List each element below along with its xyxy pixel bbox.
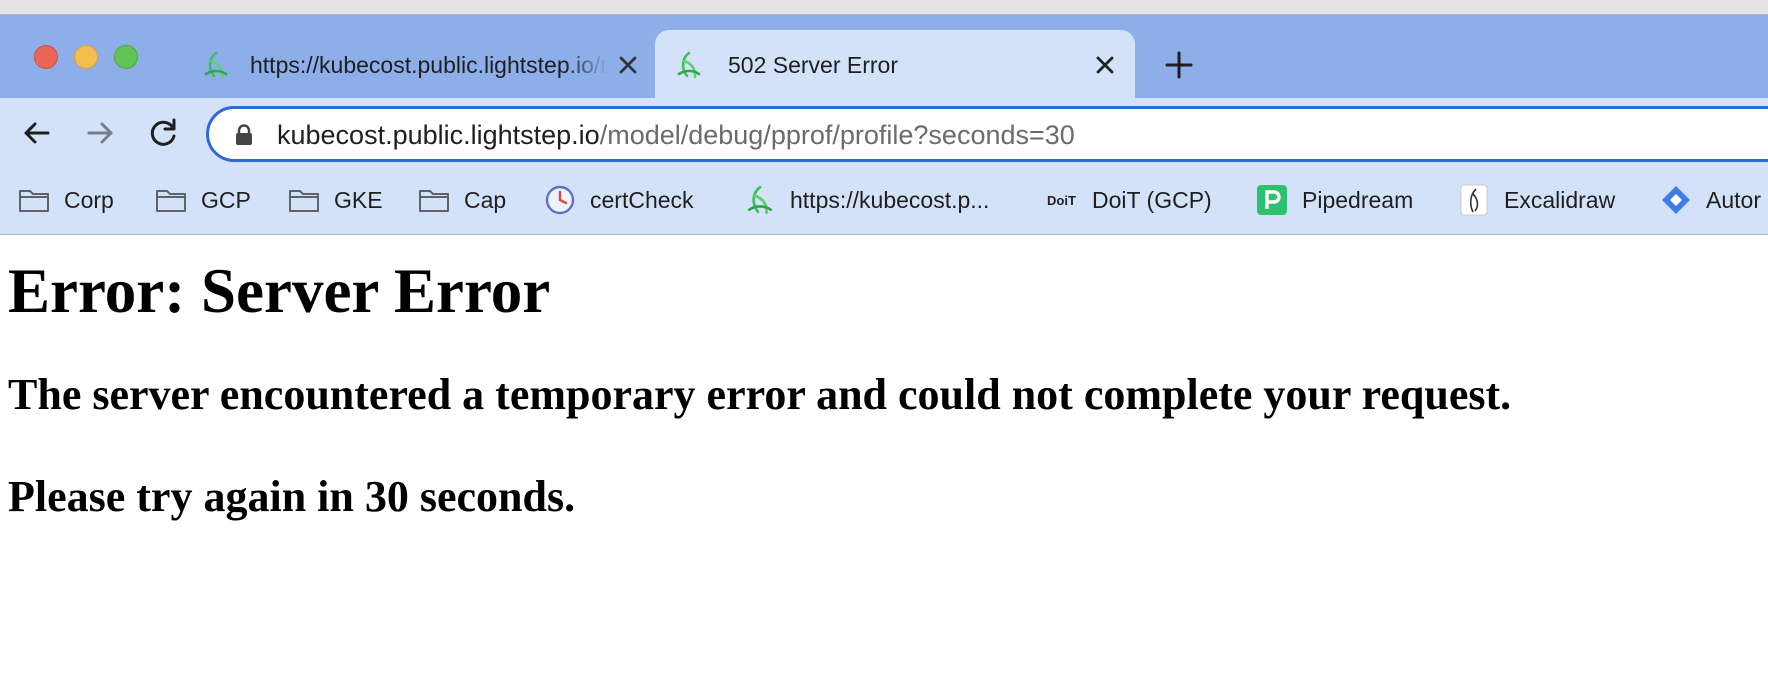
maximize-window-button[interactable] bbox=[114, 45, 138, 69]
bookmark-excalidraw[interactable]: Excalidraw bbox=[1458, 180, 1615, 220]
error-message: The server encountered a temporary error… bbox=[8, 370, 1512, 419]
svg-text:DoiT: DoiT bbox=[1047, 193, 1076, 208]
bookmark-label: Cap bbox=[464, 186, 507, 213]
folder-icon bbox=[156, 190, 186, 212]
bookmark-doit[interactable]: DoiT DoiT (GCP) bbox=[1046, 180, 1212, 220]
bookmark-cap[interactable]: Cap bbox=[418, 180, 506, 220]
address-bar[interactable]: kubecost.public.lightstep.io/model/debug… bbox=[206, 106, 1768, 162]
bookmark-corp[interactable]: Corp bbox=[18, 180, 114, 220]
bookmarks-bar: Corp GCP GKE Cap certCheck https://kubec… bbox=[0, 170, 1768, 235]
bookmark-gcp[interactable]: GCP bbox=[155, 180, 251, 220]
lightstep-icon bbox=[202, 50, 230, 80]
bookmark-autor[interactable]: Autor bbox=[1660, 180, 1761, 220]
close-icon[interactable] bbox=[1093, 53, 1117, 77]
bookmark-gke[interactable]: GKE bbox=[288, 180, 383, 220]
diamond-icon bbox=[1662, 186, 1690, 214]
url-host: kubecost.public.lightstep.io bbox=[277, 120, 600, 150]
tab-kubecost-profile[interactable]: https://kubecost.public.lightstep.io/mod… bbox=[186, 30, 654, 98]
excalidraw-icon bbox=[1460, 184, 1488, 216]
bookmark-label: https://kubecost.p... bbox=[790, 186, 990, 213]
back-arrow-icon[interactable] bbox=[20, 116, 54, 150]
url-path: /model/debug/pprof/profile?seconds=30 bbox=[599, 120, 1075, 150]
bookmark-label: certCheck bbox=[590, 186, 694, 213]
tab-title: 502 Server Error bbox=[728, 52, 899, 78]
doit-icon: DoiT bbox=[1047, 193, 1076, 208]
folder-icon bbox=[19, 190, 49, 212]
folder-icon bbox=[419, 190, 449, 212]
url-text[interactable]: kubecost.public.lightstep.io/model/debug… bbox=[277, 118, 1075, 152]
bookmark-label: Corp bbox=[64, 186, 114, 213]
pipedream-icon bbox=[1257, 185, 1287, 215]
error-heading: Error: Server Error bbox=[8, 256, 551, 326]
tab-title: https://kubecost.public.lightstep.io/mod… bbox=[250, 52, 608, 78]
bookmark-pipedream[interactable]: Pipedream bbox=[1256, 180, 1413, 220]
new-tab-button[interactable] bbox=[1162, 48, 1196, 82]
bookmark-certcheck[interactable]: certCheck bbox=[544, 180, 694, 220]
minimize-window-button[interactable] bbox=[74, 45, 98, 69]
page-content: Error: Server Error The server encounter… bbox=[0, 235, 1768, 688]
bookmark-label: GCP bbox=[201, 186, 251, 213]
close-icon[interactable] bbox=[616, 53, 640, 77]
certcheck-icon bbox=[545, 185, 575, 215]
bookmark-kubecost[interactable]: https://kubecost.p... bbox=[744, 180, 989, 220]
retry-message: Please try again in 30 seconds. bbox=[8, 472, 576, 521]
bookmark-label: Pipedream bbox=[1302, 186, 1414, 213]
reload-icon[interactable] bbox=[147, 116, 181, 150]
bookmark-label: Autor bbox=[1706, 186, 1761, 213]
menu-strip bbox=[0, 0, 1768, 15]
close-window-button[interactable] bbox=[34, 45, 58, 69]
forward-arrow-icon[interactable] bbox=[83, 116, 117, 150]
lightstep-icon bbox=[675, 50, 703, 80]
folder-icon bbox=[289, 190, 319, 212]
bookmark-label: DoiT (GCP) bbox=[1092, 186, 1212, 213]
lock-icon[interactable] bbox=[235, 124, 253, 146]
bookmark-label: Excalidraw bbox=[1504, 186, 1616, 213]
tab-502-server-error[interactable]: 502 Server Error bbox=[655, 30, 1135, 98]
lightstep-icon bbox=[747, 185, 773, 215]
bookmark-label: GKE bbox=[334, 186, 383, 213]
